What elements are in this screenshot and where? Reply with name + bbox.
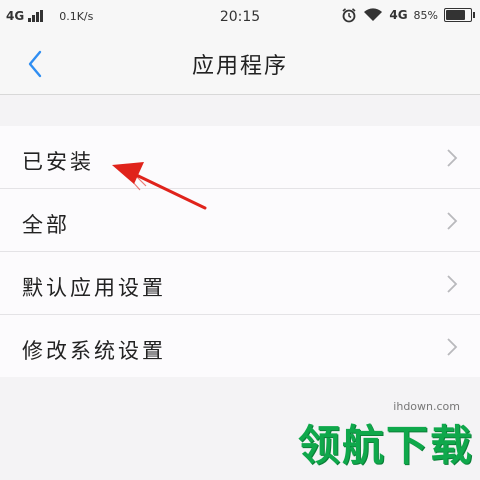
status-bar: 4G 0.1K/s 20:15 4G 85% [0, 0, 480, 34]
chevron-right-icon [447, 338, 458, 356]
watermark-brand: 领航下载 [298, 421, 475, 470]
list-item-label: 全部 [22, 213, 70, 237]
battery-icon [444, 8, 475, 22]
alarm-icon [342, 8, 356, 23]
app-settings-list: 已安装 全部 默认应用设置 修改系统设置 [0, 126, 480, 377]
status-right: 4G 85% [341, 7, 475, 23]
list-item-label: 修改系统设置 [22, 339, 166, 363]
chevron-right-icon [447, 149, 458, 167]
chevron-right-icon [447, 212, 458, 230]
list-item-label: 已安装 [22, 150, 94, 174]
list-item-default-apps[interactable]: 默认应用设置 [0, 252, 480, 315]
battery-percent: 85% [413, 8, 438, 22]
list-item-installed[interactable]: 已安装 [0, 126, 480, 189]
list-item-modify-system-settings[interactable]: 修改系统设置 [0, 315, 480, 377]
annotation-arrow-icon [112, 162, 207, 210]
list-item-all[interactable]: 全部 [0, 189, 480, 252]
chevron-right-icon [447, 275, 458, 293]
list-item-label: 默认应用设置 [22, 276, 166, 300]
page-title: 应用程序 [191, 54, 288, 79]
wifi-icon [364, 8, 383, 21]
network-type-right: 4G [389, 8, 408, 22]
title-bar: 应用程序 [0, 34, 480, 95]
